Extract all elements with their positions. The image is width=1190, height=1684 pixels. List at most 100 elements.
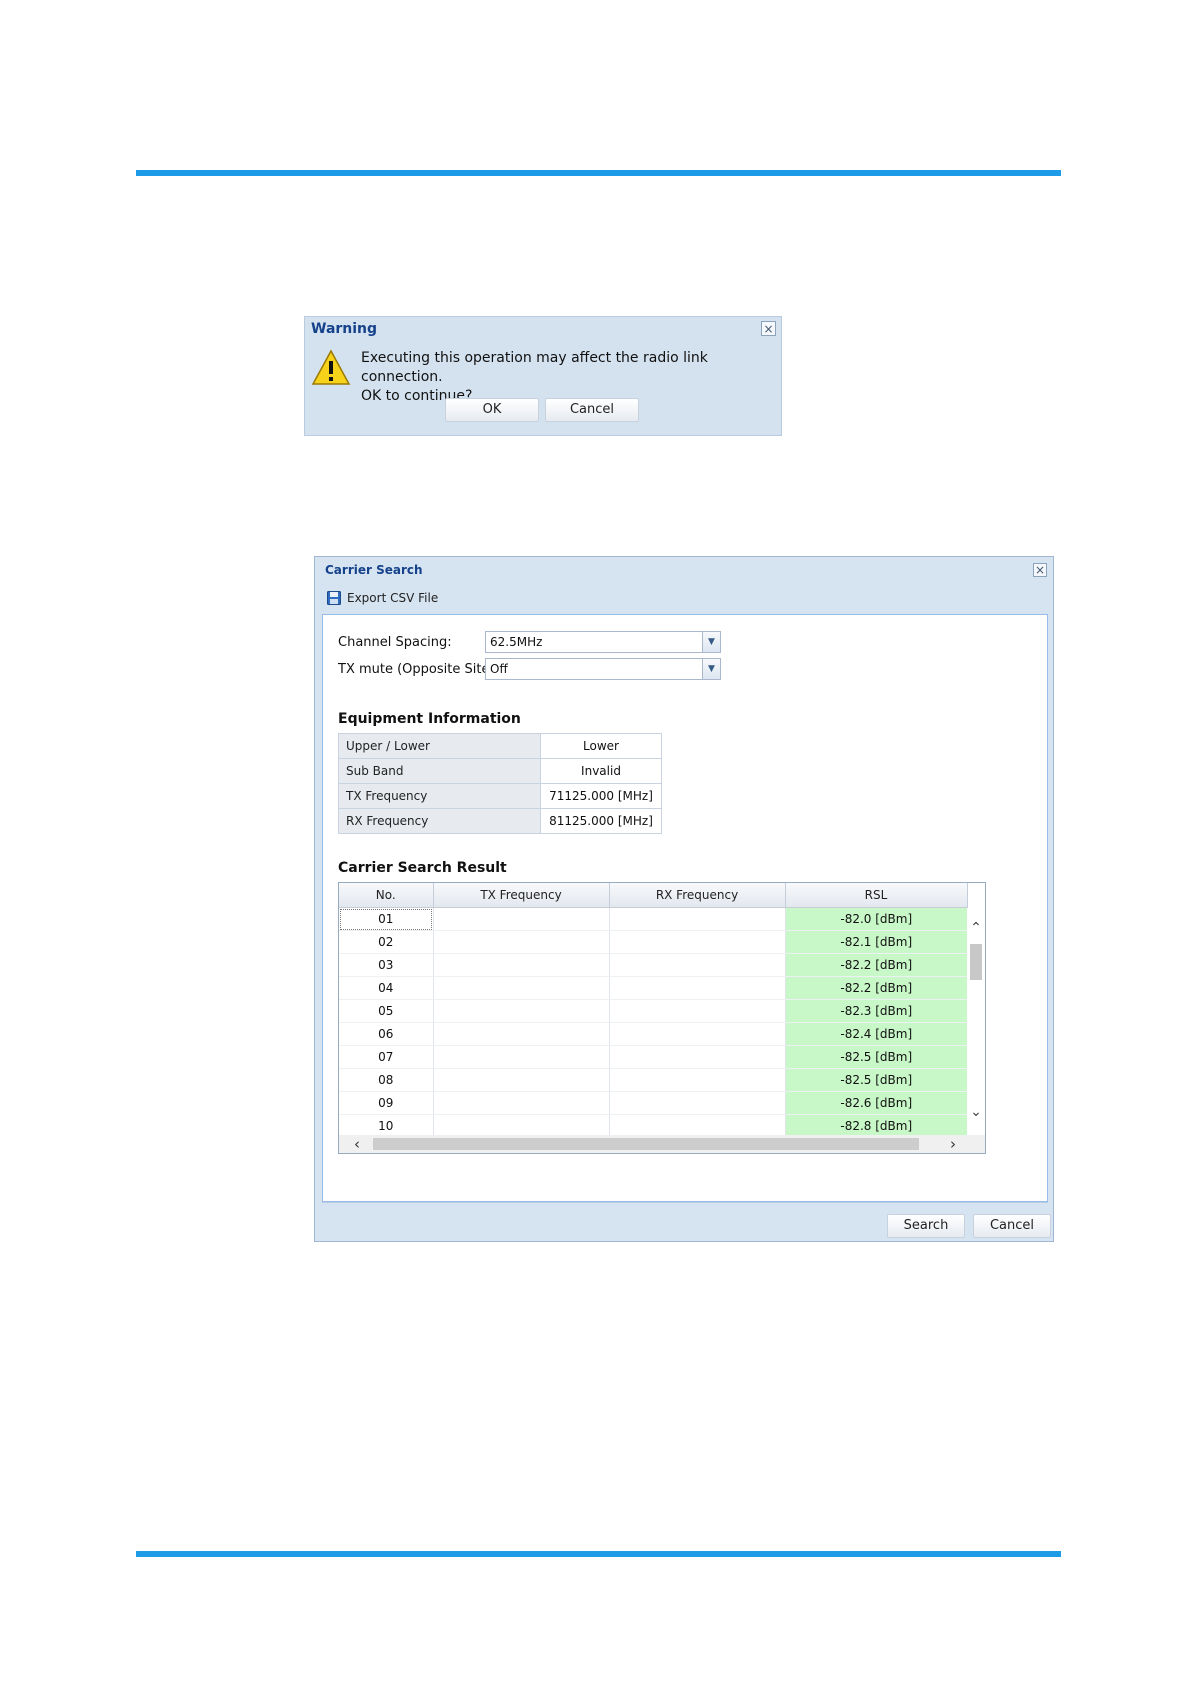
chevron-right-icon[interactable]: › bbox=[943, 1135, 963, 1153]
channel-spacing-value: 62.5MHz bbox=[490, 635, 543, 649]
channel-spacing-select[interactable]: 62.5MHz ▼ bbox=[485, 631, 721, 653]
warning-triangle-icon bbox=[311, 349, 351, 385]
header-rule bbox=[136, 170, 1061, 176]
tx-frequency-cell bbox=[433, 953, 610, 977]
equipment-info-title: Equipment Information bbox=[338, 711, 521, 727]
horizontal-scrollbar[interactable]: ‹ › bbox=[339, 1135, 985, 1153]
row-number: 01 bbox=[339, 907, 434, 931]
tx-frequency-cell bbox=[433, 907, 610, 931]
cancel-button[interactable]: Cancel bbox=[545, 398, 639, 422]
scroll-thumb[interactable] bbox=[970, 944, 982, 980]
column-header-rx-frequency[interactable]: RX Frequency bbox=[609, 883, 786, 908]
chevron-up-icon[interactable]: ⌃ bbox=[967, 920, 985, 936]
tx-frequency-cell bbox=[433, 1068, 610, 1092]
column-header-rsl[interactable]: RSL bbox=[785, 883, 968, 908]
rx-frequency-cell bbox=[609, 1022, 786, 1046]
rx-frequency-cell bbox=[609, 999, 786, 1023]
rsl-cell: -82.1 [dBm] bbox=[785, 930, 967, 954]
rsl-cell: -82.0 [dBm] bbox=[785, 907, 967, 931]
chevron-down-icon[interactable]: ⌄ bbox=[967, 1104, 985, 1120]
carrier-search-title: Carrier Search bbox=[325, 563, 423, 577]
carrier-search-result-title: Carrier Search Result bbox=[338, 860, 507, 876]
save-disk-icon bbox=[327, 591, 341, 605]
row-number: 05 bbox=[339, 999, 434, 1023]
close-icon[interactable]: × bbox=[761, 321, 776, 336]
rx-frequency-cell bbox=[609, 953, 786, 977]
tx-frequency-cell bbox=[433, 999, 610, 1023]
close-icon[interactable]: × bbox=[1033, 563, 1047, 577]
column-header-tx-frequency[interactable]: TX Frequency bbox=[433, 883, 610, 908]
channel-spacing-label: Channel Spacing: bbox=[338, 635, 452, 650]
equipment-row: Sub Band Invalid bbox=[338, 758, 662, 784]
equipment-row: RX Frequency 81125.000 [MHz] bbox=[338, 808, 662, 834]
rx-frequency-cell bbox=[609, 1045, 786, 1069]
tx-mute-label: TX mute (Opposite Site): bbox=[338, 662, 499, 677]
equipment-row: Upper / Lower Lower bbox=[338, 733, 662, 759]
table-row[interactable]: 07 -82.5 [dBm] bbox=[339, 1045, 967, 1069]
equipment-value: 71125.000 [MHz] bbox=[540, 783, 662, 809]
equipment-label: Upper / Lower bbox=[338, 733, 541, 759]
export-csv-button[interactable]: Export CSV File bbox=[327, 588, 438, 608]
tx-frequency-cell bbox=[433, 1045, 610, 1069]
table-row[interactable]: 05 -82.3 [dBm] bbox=[339, 999, 967, 1023]
ok-button[interactable]: OK bbox=[445, 398, 539, 422]
table-row[interactable]: 06 -82.4 [dBm] bbox=[339, 1022, 967, 1046]
rx-frequency-cell bbox=[609, 1068, 786, 1092]
chevron-down-icon[interactable]: ▼ bbox=[702, 632, 720, 652]
row-number: 09 bbox=[339, 1091, 434, 1115]
tx-mute-select[interactable]: Off ▼ bbox=[485, 658, 721, 680]
search-button[interactable]: Search bbox=[887, 1214, 965, 1238]
table-row[interactable]: 09 -82.6 [dBm] bbox=[339, 1091, 967, 1115]
equipment-info-table: Upper / Lower Lower Sub Band Invalid TX … bbox=[338, 733, 662, 834]
row-number: 02 bbox=[339, 930, 434, 954]
equipment-label: RX Frequency bbox=[338, 808, 541, 834]
warning-dialog-title: Warning bbox=[311, 321, 378, 337]
tx-frequency-cell bbox=[433, 930, 610, 954]
table-row[interactable]: 08 -82.5 [dBm] bbox=[339, 1068, 967, 1092]
warning-dialog: Warning × Executing this operation may a… bbox=[304, 316, 782, 436]
row-number: 06 bbox=[339, 1022, 434, 1046]
footer-divider bbox=[322, 1202, 1048, 1203]
rx-frequency-cell bbox=[609, 930, 786, 954]
rsl-cell: -82.3 [dBm] bbox=[785, 999, 967, 1023]
rx-frequency-cell bbox=[609, 907, 786, 931]
table-row[interactable]: 01 -82.0 [dBm] bbox=[339, 907, 967, 931]
row-number: 07 bbox=[339, 1045, 434, 1069]
rsl-cell: -82.6 [dBm] bbox=[785, 1091, 967, 1115]
carrier-search-body: Channel Spacing: 62.5MHz ▼ TX mute (Oppo… bbox=[322, 614, 1048, 1202]
equipment-row: TX Frequency 71125.000 [MHz] bbox=[338, 783, 662, 809]
row-number: 08 bbox=[339, 1068, 434, 1092]
rsl-cell: -82.2 [dBm] bbox=[785, 953, 967, 977]
table-row[interactable]: 02 -82.1 [dBm] bbox=[339, 930, 967, 954]
chevron-down-icon[interactable]: ▼ bbox=[702, 659, 720, 679]
tx-frequency-cell bbox=[433, 976, 610, 1000]
rsl-cell: -82.5 [dBm] bbox=[785, 1068, 967, 1092]
carrier-search-window: Carrier Search × Export CSV File Channel… bbox=[314, 556, 1054, 1242]
warning-message-line1: Executing this operation may affect the … bbox=[361, 350, 708, 385]
tx-mute-value: Off bbox=[490, 662, 508, 676]
chevron-left-icon[interactable]: ‹ bbox=[347, 1135, 367, 1153]
tx-frequency-cell bbox=[433, 1022, 610, 1046]
table-row[interactable]: 03 -82.2 [dBm] bbox=[339, 953, 967, 977]
row-number: 03 bbox=[339, 953, 434, 977]
scroll-thumb[interactable] bbox=[373, 1138, 919, 1150]
cancel-button[interactable]: Cancel bbox=[973, 1214, 1051, 1238]
equipment-value: Lower bbox=[540, 733, 662, 759]
export-csv-label: Export CSV File bbox=[347, 591, 439, 605]
row-number: 04 bbox=[339, 976, 434, 1000]
equipment-label: TX Frequency bbox=[338, 783, 541, 809]
rsl-cell: -82.2 [dBm] bbox=[785, 976, 967, 1000]
equipment-value: Invalid bbox=[540, 758, 662, 784]
equipment-label: Sub Band bbox=[338, 758, 541, 784]
rsl-cell: -82.5 [dBm] bbox=[785, 1045, 967, 1069]
rsl-cell: -82.4 [dBm] bbox=[785, 1022, 967, 1046]
rx-frequency-cell bbox=[609, 976, 786, 1000]
footer-rule bbox=[136, 1551, 1061, 1557]
carrier-result-grid: No. TX Frequency RX Frequency RSL 01 -82.… bbox=[338, 882, 986, 1154]
rx-frequency-cell bbox=[609, 1091, 786, 1115]
column-header-no[interactable]: No. bbox=[339, 883, 434, 908]
table-row[interactable]: 04 -82.2 [dBm] bbox=[339, 976, 967, 1000]
equipment-value: 81125.000 [MHz] bbox=[540, 808, 662, 834]
vertical-scrollbar[interactable]: ⌃ ⌄ bbox=[967, 908, 985, 1134]
tx-frequency-cell bbox=[433, 1091, 610, 1115]
